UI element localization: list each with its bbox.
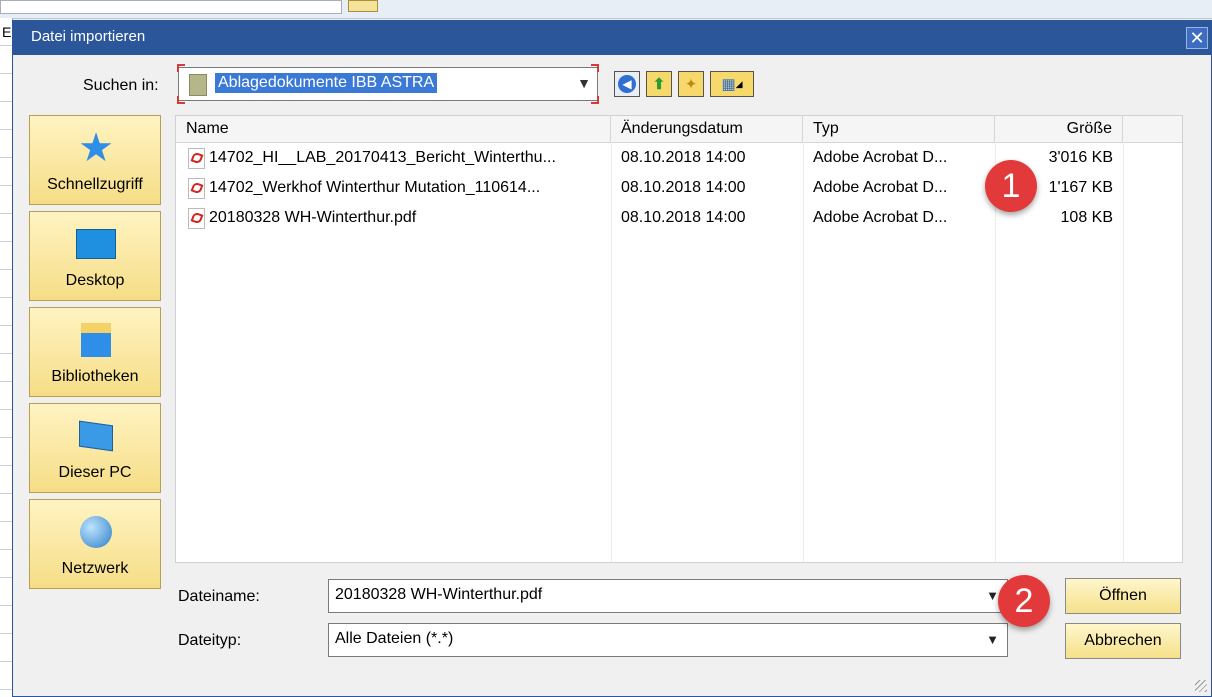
file-name: 14702_HI__LAB_20170413_Bericht_Winterthu… — [209, 149, 556, 166]
file-type: Adobe Acrobat D... — [813, 149, 948, 166]
back-button[interactable]: ◀ — [614, 71, 640, 97]
background-window-strip — [0, 0, 1212, 19]
file-date: 08.10.2018 14:00 — [621, 149, 746, 166]
place-label: Schnellzugriff — [47, 176, 143, 193]
close-icon: ✕ — [1189, 28, 1205, 48]
new-folder-button[interactable]: ✦ — [678, 71, 704, 97]
close-button[interactable]: ✕ — [1186, 27, 1208, 49]
file-date: 08.10.2018 14:00 — [621, 179, 746, 196]
lookin-value: Ablagedokumente IBB ASTRA — [215, 73, 438, 93]
star-icon: ★ — [78, 126, 114, 170]
table-row[interactable]: 20180328 WH-Winterthur.pdf 08.10.2018 14… — [176, 204, 1182, 234]
background-button — [348, 0, 378, 12]
resize-grip[interactable] — [1195, 680, 1207, 692]
file-type: Adobe Acrobat D... — [813, 179, 948, 196]
file-date: 08.10.2018 14:00 — [621, 209, 746, 226]
chevron-down-icon: ▼ — [577, 75, 591, 91]
place-desktop[interactable]: Desktop — [29, 211, 161, 301]
view-menu-icon: ▦ — [721, 76, 736, 93]
view-menu-button[interactable]: ▦ ◢ — [710, 71, 754, 97]
filetype-label: Dateityp: — [178, 632, 242, 649]
file-type: Adobe Acrobat D... — [813, 209, 948, 226]
chevron-down-icon: ▼ — [986, 632, 999, 647]
back-icon: ◀ — [618, 75, 636, 93]
desktop-icon — [76, 226, 116, 262]
libraries-icon — [76, 322, 116, 358]
place-label: Bibliotheken — [51, 368, 139, 385]
up-folder-button[interactable]: ⬆ — [646, 71, 672, 97]
pdf-file-icon — [188, 178, 205, 199]
lookin-label: Suchen in: — [83, 77, 159, 94]
place-bibliotheken[interactable]: Bibliotheken — [29, 307, 161, 397]
filetype-dropdown[interactable]: Alle Dateien (*.*) ▼ — [328, 623, 1008, 657]
dialog-titlebar: Datei importieren ✕ — [13, 21, 1211, 55]
dialog-title: Datei importieren — [31, 28, 146, 45]
place-label: Desktop — [65, 272, 125, 289]
filename-value: 20180328 WH-Winterthur.pdf — [335, 586, 543, 603]
file-name: 20180328 WH-Winterthur.pdf — [209, 209, 417, 226]
computer-icon — [76, 418, 116, 454]
annotation-badge-1: 1 — [985, 160, 1037, 212]
file-list-header: Name Änderungsdatum Typ Größe — [176, 116, 1182, 143]
network-icon — [76, 514, 116, 550]
file-list[interactable]: Name Änderungsdatum Typ Größe 14702_HI__… — [175, 115, 1183, 563]
place-dieser-pc[interactable]: Dieser PC — [29, 403, 161, 493]
column-header-size[interactable]: Größe — [995, 116, 1123, 142]
column-header-type[interactable]: Typ — [803, 116, 995, 142]
new-folder-icon: ✦ — [684, 76, 698, 93]
file-name: 14702_Werkhof Winterthur Mutation_110614… — [209, 179, 541, 196]
cancel-button[interactable]: Abbrechen — [1065, 623, 1181, 659]
up-folder-icon: ⬆ — [652, 76, 666, 93]
filetype-value: Alle Dateien (*.*) — [335, 630, 454, 647]
place-netzwerk[interactable]: Netzwerk — [29, 499, 161, 589]
pdf-file-icon — [188, 148, 205, 169]
pdf-file-icon — [188, 208, 205, 229]
filename-label: Dateiname: — [178, 588, 260, 605]
column-header-date[interactable]: Änderungsdatum — [611, 116, 803, 142]
folder-icon — [189, 74, 207, 96]
place-label: Netzwerk — [61, 560, 129, 577]
column-header-name[interactable]: Name — [176, 116, 611, 142]
lookin-dropdown[interactable]: Ablagedokumente IBB ASTRA ▼ — [177, 64, 599, 104]
import-dialog: Datei importieren ✕ Suchen in: Ablagedok… — [12, 20, 1212, 697]
place-label: Dieser PC — [58, 464, 132, 481]
open-button[interactable]: Öffnen — [1065, 578, 1181, 614]
background-field — [0, 0, 342, 14]
annotation-badge-2: 2 — [998, 575, 1050, 627]
filename-field[interactable]: 20180328 WH-Winterthur.pdf ▼ — [328, 579, 1008, 613]
place-schnellzugriff[interactable]: ★ Schnellzugriff — [29, 115, 161, 205]
background-column-letter: E — [2, 24, 12, 40]
